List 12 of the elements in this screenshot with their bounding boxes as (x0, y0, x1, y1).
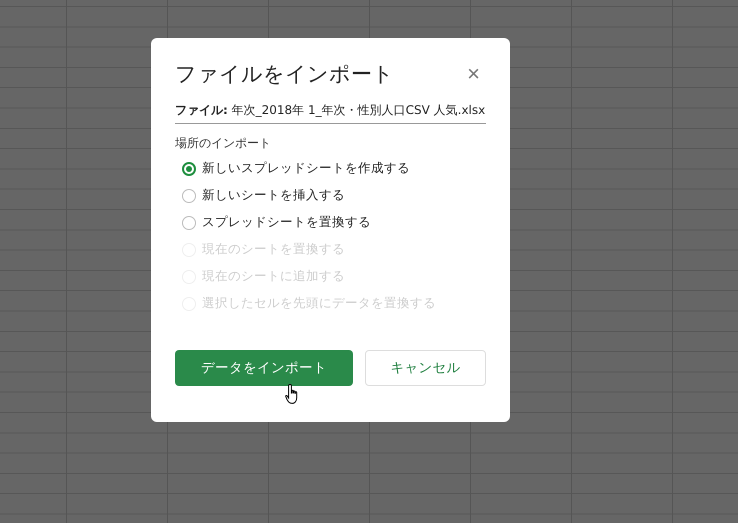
option-label: スプレッドシートを置換する (202, 214, 371, 231)
cancel-button[interactable]: キャンセル (365, 350, 486, 386)
radio-button[interactable] (182, 216, 196, 230)
radio-button[interactable] (182, 188, 196, 202)
option-label: 新しいシートを挿入する (202, 187, 345, 204)
close-button[interactable]: × (461, 63, 486, 85)
radio-button[interactable] (182, 162, 196, 176)
section-label: 場所のインポート (175, 135, 272, 152)
file-name: ファイル: 年次_2018年 1_年次・性別人口CSV 人気.xlsx (175, 102, 486, 124)
import-button[interactable]: データをインポート (175, 350, 353, 386)
option-label: 新しいスプレッドシートを作成する (202, 160, 410, 177)
dialog-title: ファイルをインポート (175, 61, 394, 88)
